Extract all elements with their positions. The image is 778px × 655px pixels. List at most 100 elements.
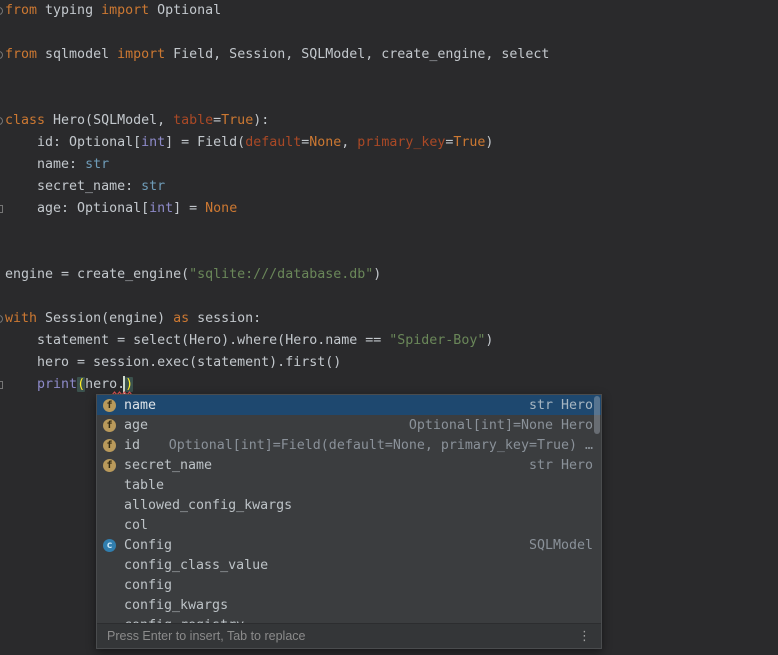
code-token: id: Optional[ — [5, 135, 141, 150]
code-token: True — [221, 113, 253, 128]
code-line[interactable] — [5, 22, 549, 44]
code-token: , — [341, 135, 357, 150]
completion-hint-text: Press Enter to insert, Tab to replace — [107, 629, 305, 643]
code-line[interactable]: from typing import Optional — [5, 0, 549, 22]
code-line[interactable]: hero = session.exec(statement).first() — [5, 352, 549, 374]
code-token: Hero(SQLModel, — [45, 113, 173, 128]
gutter-square-icon[interactable] — [0, 381, 3, 389]
completion-item[interactable]: config — [97, 575, 601, 595]
code-token: hero. — [85, 377, 125, 392]
code-token: ] = Field( — [165, 135, 245, 150]
code-line[interactable]: engine = create_engine("sqlite:///databa… — [5, 264, 549, 286]
field-icon: f — [103, 459, 116, 472]
completion-item-label: table — [124, 478, 164, 493]
code-token: None — [309, 135, 341, 150]
code-token: typing — [37, 3, 101, 18]
completion-popup: fnamestr HerofageOptional[int]=None Hero… — [96, 394, 602, 649]
code-token: ) — [485, 135, 493, 150]
code-token: True — [453, 135, 485, 150]
code-token: session: — [189, 311, 261, 326]
code-token: from — [5, 3, 37, 18]
completion-item-label: name — [124, 398, 156, 413]
completion-item-label: secret_name — [124, 458, 212, 473]
completion-item-label: allowed_config_kwargs — [124, 498, 292, 513]
code-line[interactable]: id: Optional[int] = Field(default=None, … — [5, 132, 549, 154]
completion-item[interactable]: config_class_value — [97, 555, 601, 575]
code-token: statement = select(Hero).where(Hero.name… — [5, 333, 389, 348]
completion-item-type: str Hero — [529, 458, 593, 473]
code-line[interactable]: from sqlmodel import Field, Session, SQL… — [5, 44, 549, 66]
completion-item[interactable]: f secret_name str Hero — [97, 455, 601, 475]
completion-item[interactable]: fnamestr Hero — [97, 395, 601, 415]
code-token: import — [101, 3, 149, 18]
field-icon: f — [103, 439, 116, 452]
code-token: Session(engine) — [37, 311, 173, 326]
completion-item-label: config — [124, 578, 172, 593]
completion-footer: Press Enter to insert, Tab to replace ⋮ — [97, 623, 601, 648]
code-line[interactable]: class Hero(SQLModel, table=True): — [5, 110, 549, 132]
code-token: Field, Session, SQLModel, create_engine,… — [165, 47, 549, 62]
code-line[interactable] — [5, 286, 549, 308]
completion-item-label: age — [124, 418, 148, 433]
completion-item[interactable]: config_kwargs — [97, 595, 601, 615]
code-token: "Spider-Boy" — [389, 333, 485, 348]
code-line[interactable] — [5, 66, 549, 88]
completion-item[interactable]: c Config SQLModel — [97, 535, 601, 555]
code-token: secret_name: — [5, 179, 141, 194]
code-token: int — [141, 135, 165, 150]
completion-item-label: id — [124, 438, 140, 453]
code-token: engine = create_engine( — [5, 267, 189, 282]
code-token: ( — [77, 377, 85, 392]
more-options-icon[interactable]: ⋮ — [578, 629, 591, 644]
code-token: with — [5, 311, 37, 326]
gutter-circle-icon[interactable] — [0, 315, 3, 323]
code-line[interactable]: print(hero.) — [5, 374, 549, 396]
code-token: sqlmodel — [37, 47, 117, 62]
completion-item[interactable]: col — [97, 515, 601, 535]
code-token: None — [205, 201, 237, 216]
completion-item-type: Optional[int]=None Hero — [409, 418, 593, 433]
gutter-circle-icon[interactable] — [0, 117, 3, 125]
completion-item[interactable]: fid Optional[int]=Field(default=None, pri… — [97, 435, 601, 455]
completion-item[interactable]: table — [97, 475, 601, 495]
class-icon: c — [103, 539, 116, 552]
field-icon: f — [103, 419, 116, 432]
completion-list[interactable]: fnamestr HerofageOptional[int]=None Hero… — [97, 395, 601, 623]
scrollbar-thumb[interactable] — [594, 396, 600, 434]
code-line[interactable]: with Session(engine) as session: — [5, 308, 549, 330]
code-line[interactable]: name: str — [5, 154, 549, 176]
code-token: str — [141, 179, 165, 194]
code-token: name: — [5, 157, 85, 172]
code-line[interactable] — [5, 242, 549, 264]
code-line[interactable]: age: Optional[int] = None — [5, 198, 549, 220]
code-token: age: Optional[ — [5, 201, 149, 216]
code-token: ] = — [173, 201, 205, 216]
code-area[interactable]: from typing import Optionalfrom sqlmodel… — [5, 0, 549, 396]
code-token: Optional — [149, 3, 221, 18]
code-token: = — [213, 113, 221, 128]
code-line[interactable] — [5, 220, 549, 242]
code-token: primary_key — [357, 135, 445, 150]
completion-item-label: config_registry — [124, 618, 244, 624]
gutter-circle-icon[interactable] — [0, 51, 3, 59]
completion-item-label: Config — [124, 538, 172, 553]
completion-item-label: col — [124, 518, 148, 533]
completion-item[interactable]: fage Optional[int]=None Hero — [97, 415, 601, 435]
code-line[interactable]: secret_name: str — [5, 176, 549, 198]
code-token — [5, 377, 37, 392]
code-token: default — [245, 135, 301, 150]
code-token: str — [85, 157, 109, 172]
completion-item-type: Optional[int]=Field(default=None, primar… — [169, 438, 593, 453]
code-line[interactable]: statement = select(Hero).where(Hero.name… — [5, 330, 549, 352]
code-token: hero = session.exec(statement).first() — [5, 355, 341, 370]
code-token: class — [5, 113, 45, 128]
gutter-circle-icon[interactable] — [0, 7, 3, 15]
completion-item[interactable]: config_registry — [97, 615, 601, 623]
code-token: from — [5, 47, 37, 62]
code-token: ): — [253, 113, 269, 128]
code-line[interactable] — [5, 88, 549, 110]
completion-item-type: SQLModel — [529, 538, 593, 553]
completion-item[interactable]: allowed_config_kwargs — [97, 495, 601, 515]
completion-item-type: str Hero — [529, 398, 593, 413]
gutter-square-icon[interactable] — [0, 205, 3, 213]
